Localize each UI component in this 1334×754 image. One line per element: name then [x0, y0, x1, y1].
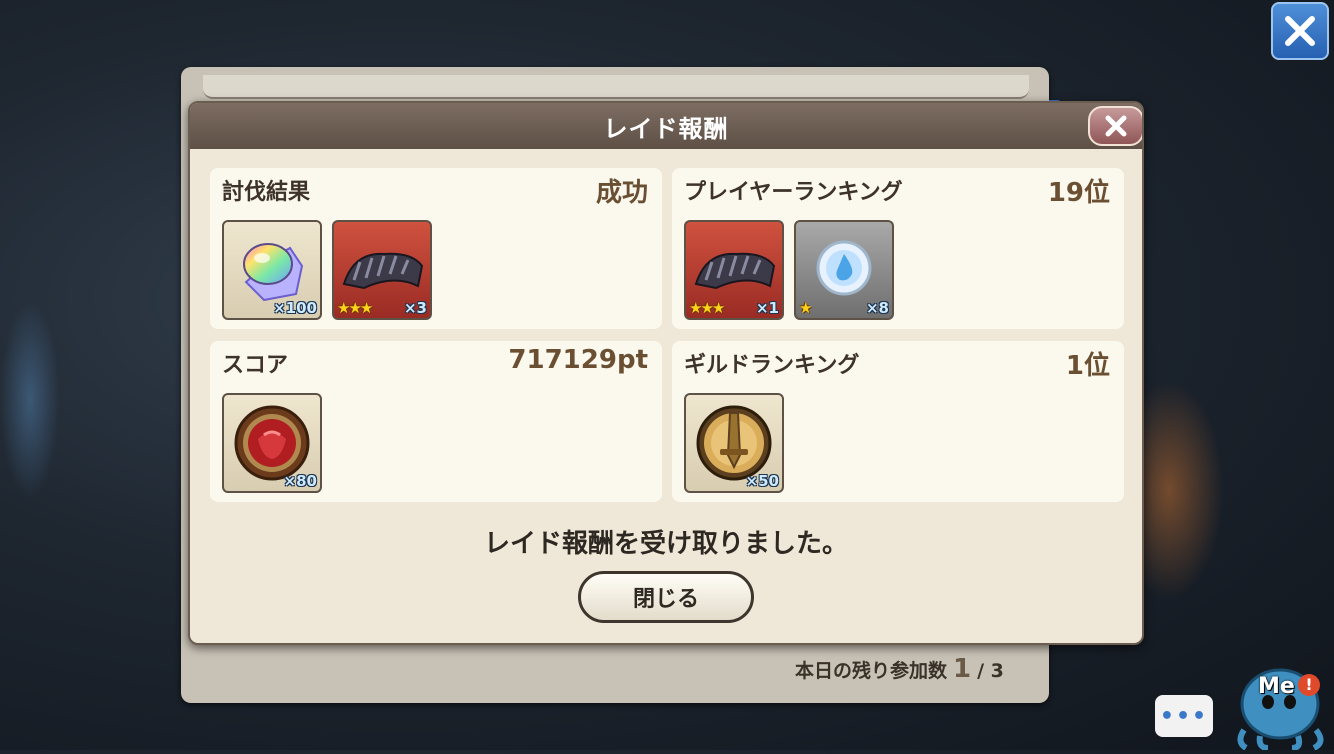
raid-reward-dialog: レイド報酬 討伐結果 成功 ×100 ★★★ ×3 プレイヤーランキング 19位…	[188, 101, 1144, 645]
card-title: ギルドランキング	[684, 353, 860, 378]
close-icon	[1105, 115, 1127, 137]
chat-dots-icon: •••	[1159, 703, 1209, 729]
mascot-icon	[1237, 668, 1324, 751]
dialog-title: レイド報酬	[603, 114, 729, 143]
card-title: スコア	[222, 353, 289, 378]
item-quantity: ×50	[745, 472, 779, 490]
card-title: プレイヤーランキング	[684, 180, 903, 205]
reward-item-sword-medal[interactable]: ×50	[684, 393, 784, 493]
item-rarity-stars: ★	[799, 299, 813, 317]
score-card: スコア 717129pt ×80	[210, 341, 662, 502]
close-button-label: 閉じる	[632, 587, 699, 612]
card-value: 成功	[595, 178, 648, 208]
reward-item-water-orb[interactable]: ★ ×8	[794, 220, 894, 320]
reward-item-dark-fur[interactable]: ★★★ ×1	[684, 220, 784, 320]
item-quantity: ×100	[273, 299, 317, 317]
card-value: 19位	[1047, 178, 1110, 208]
remaining-participation: 本日の残り参加数 1 / 3	[795, 654, 1004, 684]
player-ranking-card: プレイヤーランキング 19位 ★★★ ×1 ★ ×8	[672, 168, 1124, 329]
reward-item-rainbow-crystal[interactable]: ×100	[222, 220, 322, 320]
reward-item-red-gem-medal[interactable]: ×80	[222, 393, 322, 493]
subjugation-result-card: 討伐結果 成功 ×100 ★★★ ×3	[210, 168, 662, 329]
reward-item-dark-fur[interactable]: ★★★ ×3	[332, 220, 432, 320]
remaining-total: / 3	[977, 660, 1004, 682]
card-value: 717129pt	[508, 345, 648, 375]
item-quantity: ×3	[403, 299, 427, 317]
item-quantity: ×8	[865, 299, 889, 317]
remaining-current: 1	[953, 654, 972, 684]
item-rarity-stars: ★★★	[689, 299, 725, 317]
close-button[interactable]: 閉じる	[578, 571, 754, 623]
item-rarity-stars: ★★★	[337, 299, 373, 317]
chat-button[interactable]: •••	[1155, 695, 1213, 737]
guild-ranking-card: ギルドランキング 1位 ×50	[672, 341, 1124, 502]
notification-badge: !	[1298, 674, 1320, 696]
remaining-label: 本日の残り参加数	[795, 660, 948, 682]
panel-top-strip	[203, 75, 1029, 99]
item-quantity: ×1	[755, 299, 779, 317]
reward-received-message: レイド報酬を受け取りました。	[483, 529, 848, 559]
mascot-button[interactable]: Me !	[1228, 656, 1332, 751]
item-quantity: ×80	[283, 472, 317, 490]
card-value: 1位	[1065, 351, 1110, 381]
mascot-label: Me	[1258, 674, 1295, 699]
card-title: 討伐結果	[222, 180, 311, 205]
top-close-button[interactable]	[1271, 2, 1329, 60]
dialog-header: レイド報酬	[190, 103, 1142, 149]
dialog-close-button[interactable]	[1088, 106, 1142, 146]
close-icon	[1285, 16, 1315, 46]
background-glow-left	[0, 300, 60, 500]
